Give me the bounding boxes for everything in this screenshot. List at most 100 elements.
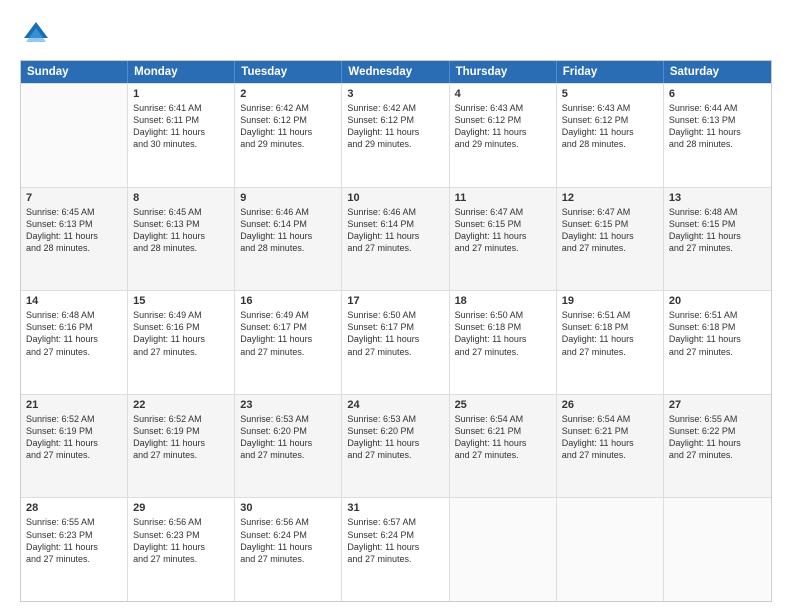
day-number: 23 bbox=[240, 399, 336, 411]
cell-text: Sunrise: 6:43 AMSunset: 6:12 PMDaylight:… bbox=[455, 102, 551, 151]
cell-text: Sunrise: 6:48 AMSunset: 6:16 PMDaylight:… bbox=[26, 309, 122, 358]
cell-text: Sunrise: 6:54 AMSunset: 6:21 PMDaylight:… bbox=[455, 413, 551, 462]
cal-cell-5-4: 31Sunrise: 6:57 AMSunset: 6:24 PMDayligh… bbox=[342, 498, 449, 601]
calendar-row-4: 21 Sunrise: 6:52 AMSunset: 6:19 PMDayligh… bbox=[21, 394, 771, 498]
cell-text: Sunrise: 6:52 AMSunset: 6:19 PMDaylight:… bbox=[26, 413, 122, 462]
cal-cell-2-7: 13 Sunrise: 6:48 AMSunset: 6:15 PMDayligh… bbox=[664, 188, 771, 291]
cell-text: Sunrise: 6:51 AMSunset: 6:18 PMDaylight:… bbox=[562, 309, 658, 358]
cal-cell-5-1: 28 Sunrise: 6:55 AMSunset: 6:23 PMDayligh… bbox=[21, 498, 128, 601]
header-day-sunday: Sunday bbox=[21, 61, 128, 83]
day-number: 21 bbox=[26, 399, 122, 411]
day-number: 8 bbox=[133, 192, 229, 204]
day-number: 27 bbox=[669, 399, 766, 411]
cal-cell-4-1: 21 Sunrise: 6:52 AMSunset: 6:19 PMDayligh… bbox=[21, 395, 128, 498]
day-number: 9 bbox=[240, 192, 336, 204]
day-number: 12 bbox=[562, 192, 658, 204]
cal-cell-1-4: 3 Sunrise: 6:42 AMSunset: 6:12 PMDaylight… bbox=[342, 84, 449, 187]
day-number: 14 bbox=[26, 295, 122, 307]
cell-text: Sunrise: 6:50 AMSunset: 6:18 PMDaylight:… bbox=[455, 309, 551, 358]
header-day-wednesday: Wednesday bbox=[342, 61, 449, 83]
cell-text: Sunrise: 6:45 AMSunset: 6:13 PMDaylight:… bbox=[133, 206, 229, 255]
cal-cell-4-6: 26Sunrise: 6:54 AMSunset: 6:21 PMDayligh… bbox=[557, 395, 664, 498]
cal-cell-1-6: 5 Sunrise: 6:43 AMSunset: 6:12 PMDaylight… bbox=[557, 84, 664, 187]
day-number: 2 bbox=[240, 88, 336, 100]
day-number: 30 bbox=[240, 502, 336, 514]
cell-text: Sunrise: 6:46 AMSunset: 6:14 PMDaylight:… bbox=[347, 206, 443, 255]
cell-text: Sunrise: 6:55 AMSunset: 6:22 PMDaylight:… bbox=[669, 413, 766, 462]
day-number: 16 bbox=[240, 295, 336, 307]
cal-cell-1-1 bbox=[21, 84, 128, 187]
cal-cell-4-4: 24 Sunrise: 6:53 AMSunset: 6:20 PMDayligh… bbox=[342, 395, 449, 498]
header-day-monday: Monday bbox=[128, 61, 235, 83]
cal-cell-5-2: 29 Sunrise: 6:56 AMSunset: 6:23 PMDayligh… bbox=[128, 498, 235, 601]
logo-icon bbox=[20, 18, 52, 50]
day-number: 1 bbox=[133, 88, 229, 100]
cell-text: Sunrise: 6:51 AMSunset: 6:18 PMDaylight:… bbox=[669, 309, 766, 358]
cal-cell-5-3: 30 Sunrise: 6:56 AMSunset: 6:24 PMDayligh… bbox=[235, 498, 342, 601]
cell-text: Sunrise: 6:53 AMSunset: 6:20 PMDaylight:… bbox=[347, 413, 443, 462]
cell-text: Sunrise: 6:42 AMSunset: 6:12 PMDaylight:… bbox=[240, 102, 336, 151]
cell-text: Sunrise: 6:53 AMSunset: 6:20 PMDaylight:… bbox=[240, 413, 336, 462]
cal-cell-5-5 bbox=[450, 498, 557, 601]
cal-cell-1-7: 6 Sunrise: 6:44 AMSunset: 6:13 PMDaylight… bbox=[664, 84, 771, 187]
day-number: 10 bbox=[347, 192, 443, 204]
cal-cell-1-5: 4 Sunrise: 6:43 AMSunset: 6:12 PMDaylight… bbox=[450, 84, 557, 187]
cell-text: Sunrise: 6:48 AMSunset: 6:15 PMDaylight:… bbox=[669, 206, 766, 255]
cal-cell-4-2: 22Sunrise: 6:52 AMSunset: 6:19 PMDayligh… bbox=[128, 395, 235, 498]
calendar-row-5: 28 Sunrise: 6:55 AMSunset: 6:23 PMDayligh… bbox=[21, 497, 771, 601]
day-number: 20 bbox=[669, 295, 766, 307]
calendar-header: SundayMondayTuesdayWednesdayThursdayFrid… bbox=[21, 61, 771, 83]
calendar-row-2: 7Sunrise: 6:45 AMSunset: 6:13 PMDaylight… bbox=[21, 187, 771, 291]
calendar-row-1: 1Sunrise: 6:41 AMSunset: 6:11 PMDaylight… bbox=[21, 83, 771, 187]
cal-cell-5-6 bbox=[557, 498, 664, 601]
cell-text: Sunrise: 6:56 AMSunset: 6:23 PMDaylight:… bbox=[133, 516, 229, 565]
cell-text: Sunrise: 6:43 AMSunset: 6:12 PMDaylight:… bbox=[562, 102, 658, 151]
cell-text: Sunrise: 6:54 AMSunset: 6:21 PMDaylight:… bbox=[562, 413, 658, 462]
day-number: 11 bbox=[455, 192, 551, 204]
calendar: SundayMondayTuesdayWednesdayThursdayFrid… bbox=[20, 60, 772, 602]
day-number: 17 bbox=[347, 295, 443, 307]
cell-text: Sunrise: 6:44 AMSunset: 6:13 PMDaylight:… bbox=[669, 102, 766, 151]
day-number: 28 bbox=[26, 502, 122, 514]
day-number: 24 bbox=[347, 399, 443, 411]
header-day-tuesday: Tuesday bbox=[235, 61, 342, 83]
cal-cell-4-3: 23 Sunrise: 6:53 AMSunset: 6:20 PMDayligh… bbox=[235, 395, 342, 498]
cal-cell-3-1: 14 Sunrise: 6:48 AMSunset: 6:16 PMDayligh… bbox=[21, 291, 128, 394]
day-number: 13 bbox=[669, 192, 766, 204]
header-day-thursday: Thursday bbox=[450, 61, 557, 83]
cal-cell-4-5: 25Sunrise: 6:54 AMSunset: 6:21 PMDayligh… bbox=[450, 395, 557, 498]
cell-text: Sunrise: 6:57 AMSunset: 6:24 PMDaylight:… bbox=[347, 516, 443, 565]
cell-text: Sunrise: 6:42 AMSunset: 6:12 PMDaylight:… bbox=[347, 102, 443, 151]
calendar-row-3: 14 Sunrise: 6:48 AMSunset: 6:16 PMDayligh… bbox=[21, 290, 771, 394]
cal-cell-2-6: 12Sunrise: 6:47 AMSunset: 6:15 PMDayligh… bbox=[557, 188, 664, 291]
day-number: 22 bbox=[133, 399, 229, 411]
logo bbox=[20, 18, 56, 50]
cal-cell-2-5: 11 Sunrise: 6:47 AMSunset: 6:15 PMDayligh… bbox=[450, 188, 557, 291]
day-number: 18 bbox=[455, 295, 551, 307]
cell-text: Sunrise: 6:46 AMSunset: 6:14 PMDaylight:… bbox=[240, 206, 336, 255]
cal-cell-2-2: 8 Sunrise: 6:45 AMSunset: 6:13 PMDaylight… bbox=[128, 188, 235, 291]
cal-cell-3-2: 15Sunrise: 6:49 AMSunset: 6:16 PMDayligh… bbox=[128, 291, 235, 394]
day-number: 5 bbox=[562, 88, 658, 100]
day-number: 19 bbox=[562, 295, 658, 307]
page: SundayMondayTuesdayWednesdayThursdayFrid… bbox=[0, 0, 792, 612]
day-number: 29 bbox=[133, 502, 229, 514]
cell-text: Sunrise: 6:47 AMSunset: 6:15 PMDaylight:… bbox=[455, 206, 551, 255]
cal-cell-3-3: 16Sunrise: 6:49 AMSunset: 6:17 PMDayligh… bbox=[235, 291, 342, 394]
cal-cell-2-1: 7Sunrise: 6:45 AMSunset: 6:13 PMDaylight… bbox=[21, 188, 128, 291]
cal-cell-3-7: 20 Sunrise: 6:51 AMSunset: 6:18 PMDayligh… bbox=[664, 291, 771, 394]
cell-text: Sunrise: 6:55 AMSunset: 6:23 PMDaylight:… bbox=[26, 516, 122, 565]
cell-text: Sunrise: 6:56 AMSunset: 6:24 PMDaylight:… bbox=[240, 516, 336, 565]
day-number: 6 bbox=[669, 88, 766, 100]
calendar-body: 1Sunrise: 6:41 AMSunset: 6:11 PMDaylight… bbox=[21, 83, 771, 601]
cal-cell-3-6: 19 Sunrise: 6:51 AMSunset: 6:18 PMDayligh… bbox=[557, 291, 664, 394]
header-day-saturday: Saturday bbox=[664, 61, 771, 83]
day-number: 3 bbox=[347, 88, 443, 100]
cell-text: Sunrise: 6:45 AMSunset: 6:13 PMDaylight:… bbox=[26, 206, 122, 255]
cal-cell-3-5: 18 Sunrise: 6:50 AMSunset: 6:18 PMDayligh… bbox=[450, 291, 557, 394]
cal-cell-1-3: 2 Sunrise: 6:42 AMSunset: 6:12 PMDaylight… bbox=[235, 84, 342, 187]
cal-cell-4-7: 27 Sunrise: 6:55 AMSunset: 6:22 PMDayligh… bbox=[664, 395, 771, 498]
day-number: 4 bbox=[455, 88, 551, 100]
day-number: 15 bbox=[133, 295, 229, 307]
cal-cell-5-7 bbox=[664, 498, 771, 601]
